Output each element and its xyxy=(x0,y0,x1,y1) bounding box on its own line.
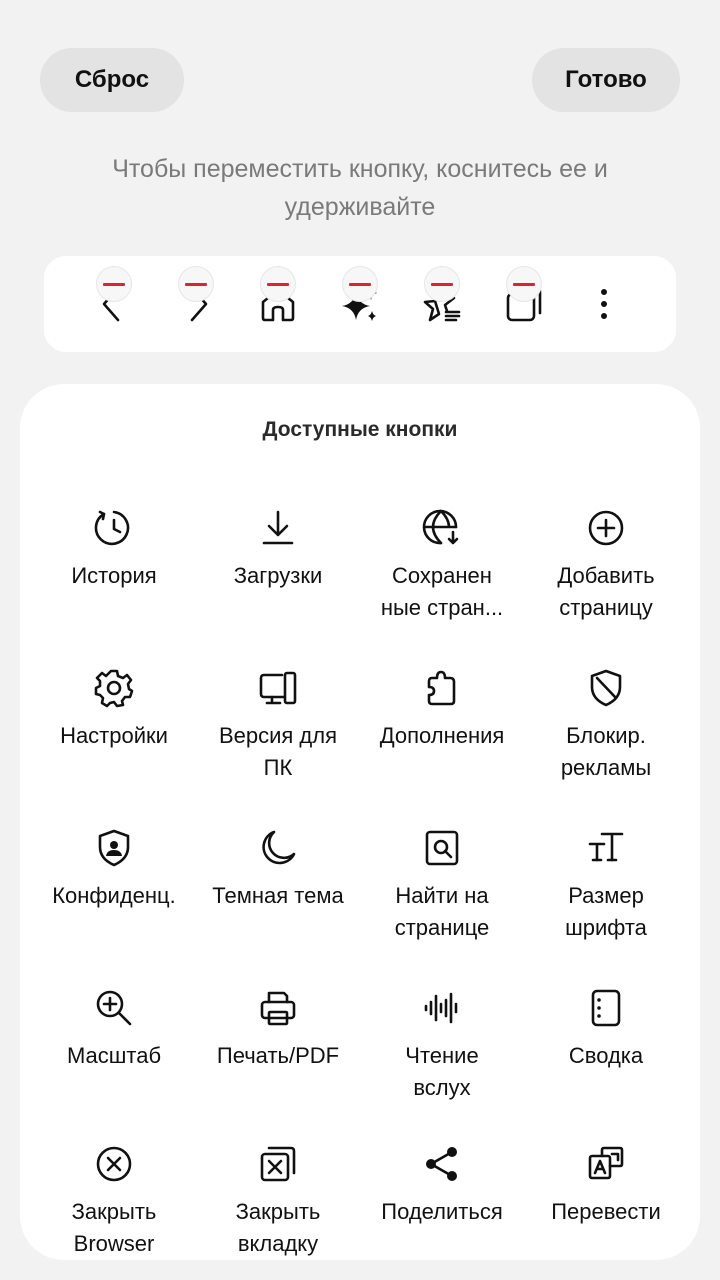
download-icon xyxy=(262,510,294,545)
toolbar-item-bookmarks[interactable] xyxy=(402,256,484,352)
print-icon xyxy=(260,991,296,1026)
remove-badge[interactable] xyxy=(260,266,296,302)
close-browser-icon xyxy=(96,1146,132,1182)
add-page-icon xyxy=(588,510,624,546)
available-item-ad-block[interactable]: Блокир. рекламы xyxy=(524,664,688,824)
extensions-icon xyxy=(427,670,456,706)
saved-pages-icon xyxy=(422,509,459,545)
more-vertical-icon[interactable] xyxy=(584,284,624,324)
available-item-print[interactable]: Печать/PDF xyxy=(196,984,360,1144)
remove-badge[interactable] xyxy=(506,266,542,302)
available-item-share[interactable]: Поделиться xyxy=(360,1140,524,1260)
customize-toolbar-screen: Сброс Готово Чтобы переместить кнопку, к… xyxy=(0,0,720,1280)
available-item-translate[interactable]: Перевести xyxy=(524,1140,688,1260)
history-icon xyxy=(94,510,130,546)
done-button[interactable]: Готово xyxy=(532,48,680,112)
current-toolbar xyxy=(44,256,676,352)
zoom-icon xyxy=(96,990,132,1026)
available-item-extensions[interactable]: Дополнения xyxy=(360,664,524,824)
desktop-version-icon xyxy=(259,671,297,705)
find-on-page-icon xyxy=(425,830,459,866)
ad-block-icon xyxy=(590,669,622,707)
toolbar-item-forward[interactable] xyxy=(156,256,238,352)
available-item-find-on-page[interactable]: Найти на странице xyxy=(360,824,524,984)
remove-badge[interactable] xyxy=(178,266,214,302)
translate-icon xyxy=(588,1146,624,1180)
available-item-saved-pages[interactable]: Сохранен ные стран... xyxy=(360,504,524,664)
remove-badge[interactable] xyxy=(342,266,378,302)
available-item-dark-mode[interactable]: Темная тема xyxy=(196,824,360,984)
available-item-summary[interactable]: Сводка xyxy=(524,984,688,1144)
available-item-add-page[interactable]: Добавить страницу xyxy=(524,504,688,664)
read-aloud-icon xyxy=(424,992,458,1024)
available-item-read-aloud[interactable]: Чтение вслух xyxy=(360,984,524,1144)
available-item-close-browser[interactable]: Закрыть Browser xyxy=(32,1140,196,1260)
available-item-close-tab[interactable]: Закрыть вкладку xyxy=(196,1140,360,1260)
available-item-settings[interactable]: Настройки xyxy=(32,664,196,824)
available-buttons-panel: Доступные кнопки История Загрузки Сохран… xyxy=(20,384,700,1260)
available-item-font-size[interactable]: Размер шрифта xyxy=(524,824,688,984)
instruction-text: Чтобы переместить кнопку, коснитесь ее и… xyxy=(112,155,608,221)
privacy-icon xyxy=(98,829,130,867)
remove-badge[interactable] xyxy=(424,266,460,302)
toolbar-item-tabs[interactable] xyxy=(484,256,566,352)
toolbar-item-home[interactable] xyxy=(238,256,320,352)
dark-mode-icon xyxy=(262,830,296,865)
share-icon xyxy=(426,1147,457,1181)
available-item-history[interactable]: История xyxy=(32,504,196,664)
available-item-downloads[interactable]: Загрузки xyxy=(196,504,360,664)
remove-badge[interactable] xyxy=(96,266,132,302)
available-item-zoom[interactable]: Масштаб xyxy=(32,984,196,1144)
toolbar-item-assistant[interactable] xyxy=(320,256,402,352)
settings-icon xyxy=(94,669,134,708)
panel-title: Доступные кнопки xyxy=(262,418,458,441)
summary-icon xyxy=(591,989,621,1027)
toolbar-item-back[interactable] xyxy=(74,256,156,352)
font-size-icon xyxy=(588,832,624,862)
reset-button[interactable]: Сброс xyxy=(40,48,184,112)
available-item-desktop-version[interactable]: Версия для ПК xyxy=(196,664,360,824)
close-tab-icon xyxy=(260,1146,296,1182)
available-item-privacy[interactable]: Конфиденц. xyxy=(32,824,196,984)
